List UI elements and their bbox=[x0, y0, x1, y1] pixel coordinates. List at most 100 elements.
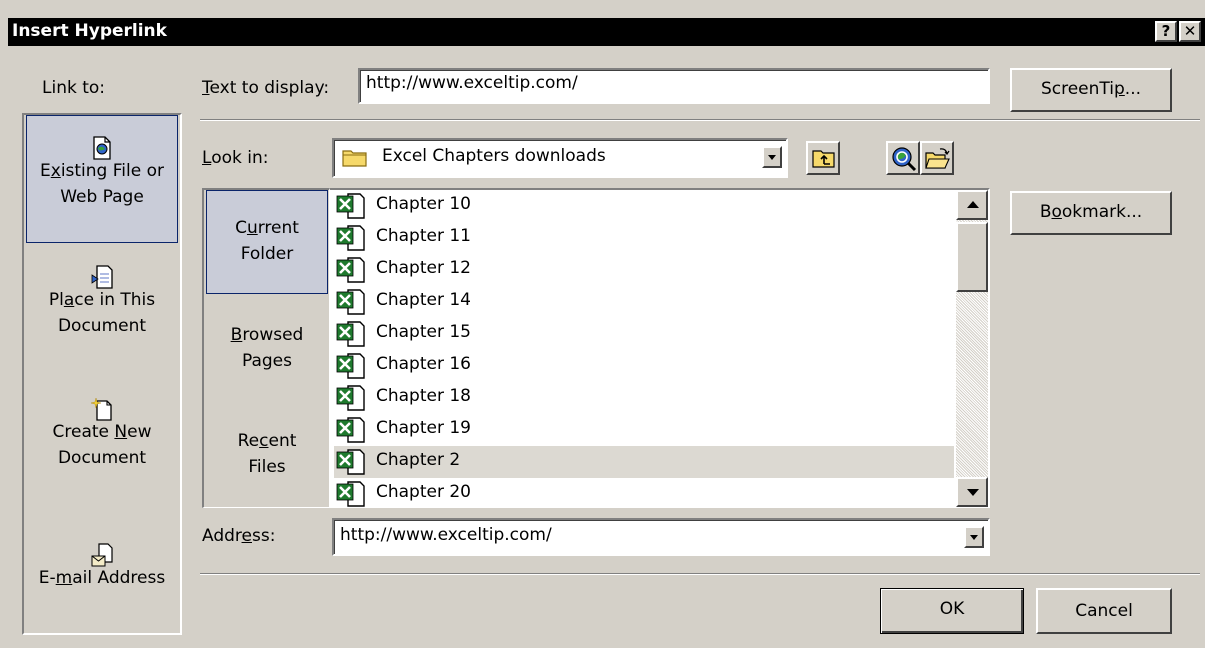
screentip-button[interactable]: ScreenTip... bbox=[1010, 68, 1172, 112]
link-create-label-a: Create bbox=[52, 422, 115, 442]
text-to-display-label: Text to display: bbox=[202, 78, 329, 98]
file-list-item[interactable]: Chapter 18 bbox=[334, 382, 954, 414]
link-place-label-line2: Document bbox=[57, 316, 147, 336]
excel-file-icon bbox=[336, 193, 365, 219]
address-combobox[interactable]: http://www.exceltip.com/ bbox=[332, 518, 990, 556]
link-existing-file[interactable]: Existing File or Web Page bbox=[26, 115, 178, 243]
nav-current-label-a: C bbox=[235, 218, 247, 238]
file-name: Chapter 19 bbox=[376, 418, 472, 438]
link-create-new-document[interactable]: Create New Document bbox=[26, 391, 178, 511]
scroll-thumb[interactable] bbox=[956, 222, 988, 292]
browse-web-icon bbox=[891, 146, 917, 177]
excel-file-icon bbox=[336, 353, 365, 379]
look-in-label-b: ook in: bbox=[211, 148, 269, 168]
look-in-accesskey: L bbox=[202, 148, 212, 168]
address-label-a: Addr bbox=[202, 526, 242, 546]
browse-web-button[interactable] bbox=[886, 141, 920, 175]
file-list-item[interactable]: Chapter 2 bbox=[334, 446, 954, 478]
file-list-item[interactable]: Chapter 16 bbox=[334, 350, 954, 382]
existing-file-icon bbox=[91, 136, 113, 160]
help-icon: ? bbox=[1161, 22, 1171, 40]
excel-file-icon bbox=[336, 321, 365, 347]
file-name: Chapter 2 bbox=[376, 450, 461, 470]
file-name: Chapter 20 bbox=[376, 482, 472, 502]
screentip-label-a: ScreenTi bbox=[1040, 79, 1114, 99]
address-label: Address: bbox=[202, 526, 275, 546]
place-in-document-icon bbox=[91, 265, 113, 289]
nav-browsed-label-line2: Pages bbox=[241, 351, 292, 371]
excel-file-icon bbox=[336, 385, 365, 411]
link-existing-file-label-a: E bbox=[40, 161, 51, 181]
file-list-item[interactable]: Chapter 19 bbox=[334, 414, 954, 446]
file-name: Chapter 12 bbox=[376, 258, 472, 278]
up-folder-button[interactable] bbox=[806, 141, 840, 175]
text-to-display-value: http://www.exceltip.com/ bbox=[366, 73, 578, 93]
scroll-up-button[interactable] bbox=[956, 190, 988, 220]
link-existing-file-label-line2: Web Page bbox=[60, 187, 144, 207]
help-button[interactable]: ? bbox=[1155, 21, 1177, 42]
file-name: Chapter 15 bbox=[376, 322, 472, 342]
nav-browsed-pages[interactable]: Browsed Pages bbox=[206, 322, 328, 382]
look-in-label: Look in: bbox=[202, 148, 268, 168]
link-place-label-b: ce in This bbox=[74, 290, 156, 310]
close-icon: ✕ bbox=[1183, 22, 1197, 40]
file-name: Chapter 11 bbox=[376, 226, 472, 246]
scroll-down-button[interactable] bbox=[956, 477, 988, 507]
link-existing-file-label-b: isting File or bbox=[60, 161, 164, 181]
file-name: Chapter 10 bbox=[376, 194, 472, 214]
address-label-b: ss: bbox=[252, 526, 276, 546]
nav-recent-files[interactable]: Recent Files bbox=[206, 428, 328, 488]
link-email-address[interactable]: E-mail Address bbox=[26, 535, 178, 625]
cancel-label: Cancel bbox=[1075, 601, 1133, 621]
cancel-button[interactable]: Cancel bbox=[1036, 588, 1172, 634]
file-list-item[interactable]: Chapter 14 bbox=[334, 286, 954, 318]
file-list-item[interactable]: Chapter 11 bbox=[334, 222, 954, 254]
dialog-title: Insert Hyperlink bbox=[12, 21, 167, 41]
bookmark-button[interactable]: Bookmark... bbox=[1010, 191, 1172, 235]
link-existing-file-accesskey: x bbox=[50, 161, 61, 181]
excel-file-icon bbox=[336, 481, 365, 507]
file-name: Chapter 14 bbox=[376, 290, 472, 310]
excel-file-icon bbox=[336, 417, 365, 443]
file-name: Chapter 18 bbox=[376, 386, 472, 406]
insert-hyperlink-dialog: Insert Hyperlink ? ✕ Link to: Existing F… bbox=[0, 0, 1205, 648]
nav-current-accesskey: u bbox=[246, 218, 258, 238]
file-list[interactable]: Chapter 10 Chapter 11 Chapter 12 Chapter 14… bbox=[330, 188, 990, 508]
nav-bar: Current Folder Browsed Pages Recent File… bbox=[202, 188, 330, 508]
link-create-accesskey: N bbox=[114, 422, 128, 442]
browse-file-button[interactable] bbox=[920, 141, 954, 175]
file-list-item[interactable]: Chapter 10 bbox=[334, 190, 954, 222]
excel-file-icon bbox=[336, 289, 365, 315]
bottom-separator bbox=[200, 573, 1200, 575]
nav-current-folder[interactable]: Current Folder bbox=[206, 190, 328, 294]
nav-recent-label-a: Re bbox=[237, 431, 260, 451]
look-in-dropdown-arrow[interactable] bbox=[762, 146, 782, 168]
ok-label: OK bbox=[939, 599, 965, 619]
address-accesskey: e bbox=[241, 526, 252, 546]
link-place-in-document[interactable]: Place in This Document bbox=[26, 259, 178, 379]
ok-button[interactable]: OK bbox=[880, 588, 1024, 634]
address-dropdown-arrow[interactable] bbox=[964, 526, 984, 548]
nav-recent-label-line2: Files bbox=[248, 457, 286, 477]
link-to-bar: Existing File or Web Page Place in This … bbox=[22, 113, 182, 635]
file-list-item[interactable]: Chapter 15 bbox=[334, 318, 954, 350]
link-email-accesskey: m bbox=[55, 568, 73, 588]
link-place-accesskey: a bbox=[63, 290, 75, 310]
nav-current-label-line2: Folder bbox=[240, 244, 294, 264]
bookmark-label-a: B bbox=[1039, 202, 1052, 222]
file-list-scrollbar[interactable] bbox=[956, 190, 988, 507]
close-button[interactable]: ✕ bbox=[1179, 21, 1201, 42]
text-to-display-input[interactable]: http://www.exceltip.com/ bbox=[358, 68, 990, 104]
bookmark-accesskey: o bbox=[1051, 202, 1062, 222]
link-place-label-a: Pl bbox=[48, 290, 64, 310]
link-email-label-b: ail Address bbox=[72, 568, 166, 588]
file-list-item[interactable]: Chapter 12 bbox=[334, 254, 954, 286]
file-list-item[interactable]: Chapter 20 bbox=[334, 478, 954, 507]
look-in-value: Excel Chapters downloads bbox=[382, 146, 606, 166]
excel-file-icon bbox=[336, 225, 365, 251]
nav-current-label-b: rrent bbox=[257, 218, 299, 238]
title-bar[interactable]: Insert Hyperlink ? ✕ bbox=[8, 18, 1205, 46]
look-in-dropdown[interactable]: Excel Chapters downloads bbox=[332, 138, 788, 178]
up-one-folder-icon bbox=[812, 147, 836, 174]
link-to-heading: Link to: bbox=[42, 78, 106, 98]
